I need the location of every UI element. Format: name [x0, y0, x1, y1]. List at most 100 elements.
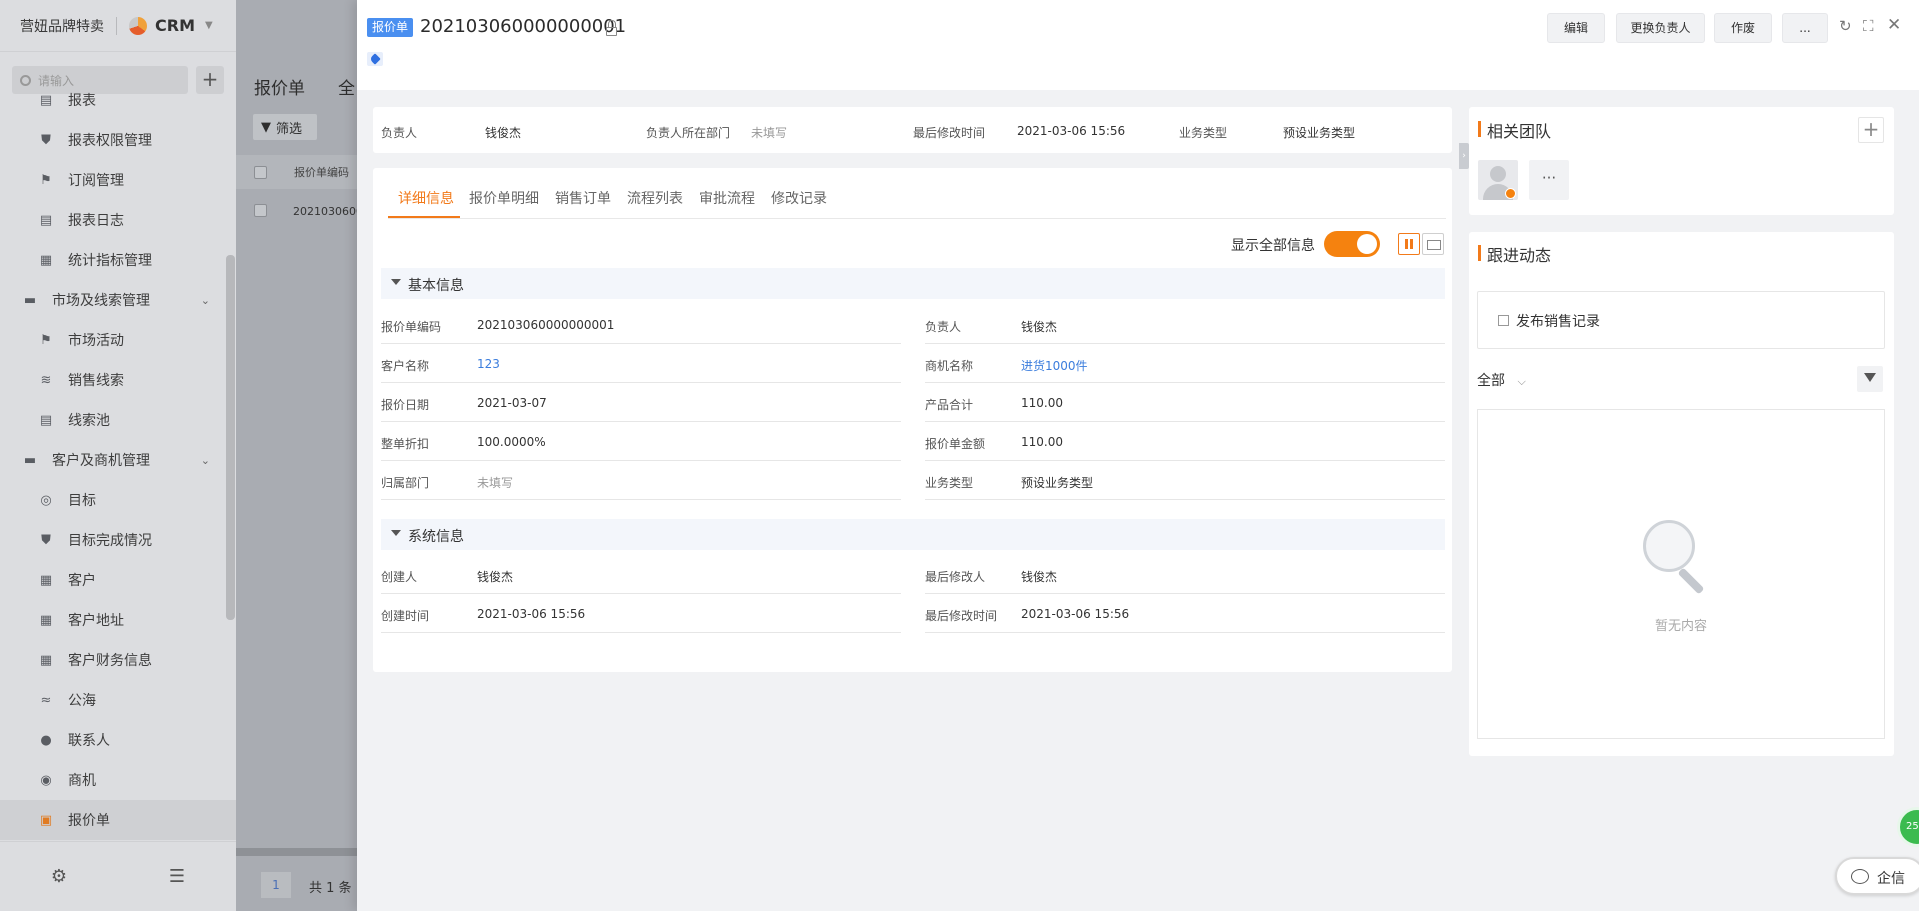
- chevron-down-icon: ⌄: [200, 293, 210, 307]
- fullscreen-icon[interactable]: ⛶: [1863, 17, 1874, 35]
- filter-icon: ▼: [261, 119, 271, 135]
- add-member-icon[interactable]: +: [1858, 117, 1884, 143]
- menu-item-icon: ⛊: [41, 532, 51, 548]
- section-system-info[interactable]: 系统信息: [381, 519, 1445, 550]
- sidebar-item[interactable]: ⛊ 目标完成情况: [0, 520, 236, 560]
- sidebar-group[interactable]: ▬ 客户及商机管理 ⌄: [0, 440, 236, 480]
- pagination-page[interactable]: 1: [261, 872, 291, 898]
- sidebar-group[interactable]: ▬ 市场及线索管理 ⌄: [0, 280, 236, 320]
- field-value: 预设业务类型: [1021, 476, 1094, 490]
- field-label: 负责人: [925, 320, 962, 334]
- field-value: 未填写: [477, 476, 514, 490]
- column-header-code[interactable]: 报价单编码: [294, 164, 349, 180]
- app-name[interactable]: CRM: [155, 16, 195, 35]
- tab-quote-lines[interactable]: 报价单明细: [469, 188, 539, 208]
- sidebar-item[interactable]: ▦ 客户: [0, 560, 236, 600]
- empty-text: 暂无内容: [1655, 619, 1708, 634]
- edit-button[interactable]: 编辑: [1547, 13, 1605, 43]
- tab-process-list[interactable]: 流程列表: [627, 188, 683, 208]
- sidebar-item[interactable]: ▦ 客户财务信息: [0, 640, 236, 680]
- chat-button[interactable]: 企信: [1835, 857, 1919, 895]
- row-checkbox[interactable]: [254, 204, 267, 217]
- single-column-layout-icon[interactable]: [1422, 233, 1444, 255]
- row-divider: [381, 632, 901, 633]
- close-icon[interactable]: ✕: [1887, 15, 1901, 35]
- sidebar-item[interactable]: ⚑ 市场活动: [0, 320, 236, 360]
- tag-icon[interactable]: [367, 52, 383, 66]
- sidebar-item[interactable]: ▤ 报表: [0, 80, 236, 120]
- menu-item-icon: ⚑: [40, 332, 52, 348]
- filter-icon[interactable]: [1857, 366, 1883, 392]
- sidebar-menu: ▤ 报表 ⛊ 报表权限管理 ⚑ 订阅管理 ▤ 报表日志 ▦ 统计指标管理 ▬ 市场及线索管理 ⌄ ⚑ 市场活…: [0, 80, 236, 840]
- lock-icon[interactable]: [606, 20, 617, 36]
- menu-item-icon: ▦: [39, 572, 53, 588]
- sidebar-item-label: 客户: [68, 573, 96, 589]
- sidebar-item[interactable]: ⚑ 订阅管理: [0, 160, 236, 200]
- section-basic-info[interactable]: 基本信息: [381, 268, 1445, 299]
- collapse-menu-icon[interactable]: ☰: [169, 866, 185, 887]
- tab-sales-orders[interactable]: 销售订单: [555, 188, 611, 208]
- customer-link[interactable]: 123: [477, 357, 500, 371]
- settings-sliders-icon[interactable]: ⚙: [51, 866, 67, 887]
- field-value: 110.00: [1021, 435, 1063, 449]
- summary-label-owner: 负责人: [381, 126, 418, 140]
- summary-label-modified: 最后修改时间: [913, 126, 986, 140]
- void-button[interactable]: 作废: [1714, 13, 1772, 43]
- list-view-selector[interactable]: 全: [338, 74, 355, 99]
- menu-item-icon: ▤: [39, 212, 53, 228]
- sidebar-item[interactable]: ⛊ 报表权限管理: [0, 120, 236, 160]
- summary-value-modified: 2021-03-06 15:56: [1017, 124, 1126, 138]
- tab-detail-info[interactable]: 详细信息: [398, 188, 454, 208]
- chevron-down-icon[interactable]: ▼: [205, 20, 213, 31]
- change-owner-button[interactable]: 更换负责人: [1616, 13, 1705, 43]
- sidebar-item[interactable]: ≈ 公海: [0, 680, 236, 720]
- sidebar-item[interactable]: ▤ 线索池: [0, 400, 236, 440]
- collapse-panel-icon[interactable]: ›: [1459, 143, 1469, 169]
- summary-value-biztype: 预设业务类型: [1283, 126, 1356, 140]
- publish-sales-record-button[interactable]: 发布销售记录: [1477, 291, 1885, 349]
- activity-filter-label: 全部: [1477, 373, 1505, 389]
- more-actions-button[interactable]: ...: [1782, 13, 1828, 43]
- sidebar-item-label: 市场活动: [68, 333, 124, 349]
- sidebar-item[interactable]: ▤ 报表日志: [0, 200, 236, 240]
- field-label: 归属部门: [381, 476, 430, 490]
- field-label: 最后修改人: [925, 570, 986, 584]
- field-label: 创建时间: [381, 609, 430, 623]
- sidebar-item[interactable]: ◎ 目标: [0, 480, 236, 520]
- sidebar-item[interactable]: ● 联系人: [0, 720, 236, 760]
- accent-bar: [1478, 121, 1481, 137]
- refresh-icon[interactable]: ↻: [1839, 17, 1852, 35]
- sidebar-item-label: 公海: [68, 693, 96, 709]
- sidebar-item-label: 统计指标管理: [68, 253, 152, 269]
- caret-down-icon: [391, 530, 401, 536]
- menu-item-icon: ≋: [40, 372, 52, 388]
- row-divider: [925, 499, 1445, 500]
- sidebar-item[interactable]: ◉ 商机: [0, 760, 236, 800]
- more-members-button[interactable]: ···: [1529, 160, 1569, 200]
- row-divider: [381, 593, 901, 594]
- activity-filter-dropdown[interactable]: 全部 ⌵: [1477, 370, 1526, 390]
- sidebar-scrollbar[interactable]: [226, 255, 235, 620]
- sidebar-item-label: 联系人: [68, 733, 110, 749]
- section-title: 系统信息: [408, 529, 464, 545]
- chevron-down-icon: ⌄: [200, 453, 210, 467]
- two-column-layout-icon[interactable]: [1398, 233, 1420, 255]
- tab-approval-flow[interactable]: 审批流程: [699, 188, 755, 208]
- sidebar-item-label: 报价单: [68, 813, 110, 829]
- sidebar-item[interactable]: ≋ 销售线索: [0, 360, 236, 400]
- tab-change-log[interactable]: 修改记录: [771, 188, 827, 208]
- row-divider: [925, 343, 1445, 344]
- sidebar-item[interactable]: ▣ 报价单: [0, 800, 236, 840]
- show-all-toggle[interactable]: [1324, 231, 1380, 257]
- show-all-label: 显示全部信息: [1231, 238, 1315, 254]
- select-all-checkbox[interactable]: [254, 166, 267, 179]
- company-name[interactable]: 营妞品牌特卖: [20, 16, 104, 36]
- sidebar-item[interactable]: ▦ 客户地址: [0, 600, 236, 640]
- sidebar-header: 营妞品牌特卖 CRM ▼: [0, 0, 236, 52]
- field-label: 创建人: [381, 570, 418, 584]
- publish-label: 发布销售记录: [1516, 314, 1600, 330]
- filter-button[interactable]: ▼ 筛选: [253, 114, 317, 140]
- sidebar-item-label: 订阅管理: [68, 173, 124, 189]
- sidebar-item[interactable]: ▦ 统计指标管理: [0, 240, 236, 280]
- opportunity-link[interactable]: 进货1000件: [1021, 357, 1088, 374]
